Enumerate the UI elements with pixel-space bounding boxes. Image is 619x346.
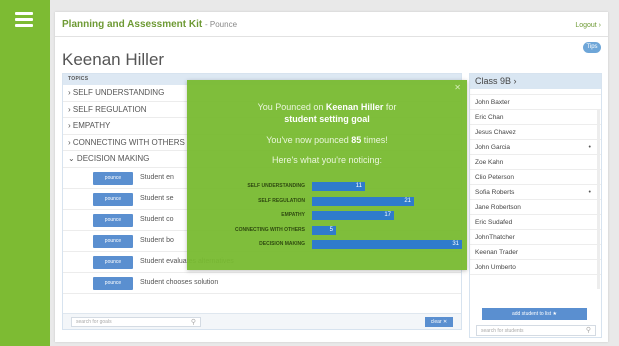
student-row[interactable]: Zoe Kahn <box>470 155 601 170</box>
student-name-label: John Umberto <box>475 264 516 271</box>
pounce-button[interactable]: pounce <box>93 276 133 290</box>
bar-label: SELF REGULATION <box>258 197 305 204</box>
bar: 31 <box>312 240 462 249</box>
student-search-input[interactable]: search for students ⚲ <box>476 325 596 336</box>
student-row[interactable]: Jesus Chavez <box>470 125 601 140</box>
student-row[interactable]: John Umberto <box>470 260 601 275</box>
app-subtitle: - Pounce <box>205 20 238 29</box>
student-row[interactable]: JohnThatcher <box>470 230 601 245</box>
bar-label: SELF UNDERSTANDING <box>247 183 305 189</box>
goal-text: Student bo <box>140 236 174 244</box>
student-name-label: Sofia Roberts <box>475 189 515 196</box>
search-icon: ⚲ <box>190 319 196 326</box>
bar: 5 <box>312 225 336 235</box>
goal-text: Student chooses solution <box>140 278 219 286</box>
student-name-label: John Garcia <box>475 144 511 151</box>
student-list[interactable]: John Baxter Eric Chan Jesus Chavez John Gar… <box>470 89 601 301</box>
student-row[interactable]: John Baxter <box>470 95 601 110</box>
popup-text: times! <box>361 135 388 145</box>
goal-search-input[interactable]: search for goals ⚲ <box>71 317 201 327</box>
close-icon[interactable]: ✕ <box>454 83 461 92</box>
student-name: Keenan Hiller <box>62 50 165 69</box>
student-name-label: John Baxter <box>475 99 510 106</box>
app-sidebar <box>0 0 50 346</box>
student-name-label: Jesus Chavez <box>475 129 516 136</box>
app-title-text: Planning and Assessment Kit <box>62 19 203 30</box>
bar-row: SELF REGULATION 21 <box>187 196 467 206</box>
student-row[interactable]: Eric Chan <box>470 110 601 125</box>
bar-row: DECISION MAKING 31 <box>187 239 467 249</box>
pounce-button[interactable]: pounce <box>93 171 133 185</box>
goal-row: pounce Student chooses solution <box>63 273 461 294</box>
bar-label: CONNECTING WITH OTHERS <box>235 226 305 233</box>
add-student-button[interactable]: add student to list ★ <box>482 308 587 320</box>
divider <box>55 36 608 37</box>
bar: 17 <box>312 211 394 220</box>
goal-text: Student en <box>140 173 174 181</box>
goal-text: Student se <box>140 194 174 202</box>
student-name-label: Keenan Trader <box>475 249 519 256</box>
popup-text: for <box>383 102 397 112</box>
student-row[interactable]: John Garcia • <box>470 140 601 155</box>
topics-footer: search for goals ⚲ clear ✕ <box>63 313 461 329</box>
student-row[interactable]: Eric Sudafed <box>470 215 601 230</box>
pounce-confirmation-popup: ✕ You Pounced on Keenan Hiller for stude… <box>187 80 467 270</box>
bar-row: SELF UNDERSTANDING 11 <box>187 181 467 191</box>
pounce-count: 85 <box>351 135 362 145</box>
student-name-label: Clio Peterson <box>475 174 515 181</box>
student-search-placeholder: search for students <box>481 328 524 334</box>
goal-search-placeholder: search for goals <box>76 319 112 325</box>
menu-icon[interactable] <box>15 12 33 30</box>
pounce-button[interactable]: pounce <box>93 213 133 227</box>
clear-button[interactable]: clear ✕ <box>425 317 453 327</box>
popup-text: You Pounced on <box>257 102 326 112</box>
student-row[interactable]: Jane Robertson <box>470 200 601 215</box>
popup-goal-name: student setting goal <box>284 114 370 124</box>
popup-student-name: Keenan Hiller <box>325 102 384 112</box>
tips-button[interactable]: Tips <box>583 42 601 53</box>
student-name-label: Jane Robertson <box>475 204 521 211</box>
class-selector[interactable]: Class 9B › <box>470 74 601 89</box>
pounce-button[interactable]: pounce <box>93 234 133 248</box>
search-icon: ⚲ <box>585 327 591 334</box>
popup-text: You've now pounced <box>266 135 352 145</box>
popup-message: You Pounced on Keenan Hiller for student… <box>187 101 467 125</box>
student-row[interactable]: Keenan Trader <box>470 245 601 260</box>
bar-label: EMPATHY <box>281 212 305 218</box>
pounce-button[interactable]: pounce <box>93 255 133 269</box>
bar-value: 5 <box>329 226 333 233</box>
bar-value: 11 <box>355 183 362 189</box>
bar-label: DECISION MAKING <box>259 241 305 247</box>
bar-row: EMPATHY 17 <box>187 210 467 220</box>
scrollbar[interactable] <box>597 109 600 289</box>
bar-value: 17 <box>384 212 391 218</box>
popup-count-message: You've now pounced 85 times! <box>187 135 467 145</box>
bar: 21 <box>312 196 414 206</box>
bar-value: 31 <box>452 241 459 247</box>
bar: 11 <box>312 182 365 191</box>
student-row[interactable]: Clio Peterson <box>470 170 601 185</box>
app-title: Planning and Assessment Kit - Pounce <box>62 19 237 30</box>
student-row[interactable]: Sofia Roberts • <box>470 185 601 200</box>
student-name-label: Eric Chan <box>475 114 504 121</box>
logout-link[interactable]: Logout › <box>575 22 601 29</box>
status-dot-icon: • <box>588 189 591 196</box>
student-name-label: JohnThatcher <box>475 234 515 241</box>
pounce-button[interactable]: pounce <box>93 192 133 206</box>
goal-text: Student co <box>140 215 174 223</box>
bar-row: CONNECTING WITH OTHERS 5 <box>187 225 467 235</box>
bar-value: 21 <box>404 197 411 204</box>
student-name-label: Eric Sudafed <box>475 219 513 226</box>
popup-noticing-message: Here's what you're noticing: <box>272 155 382 165</box>
class-panel: Class 9B › John Baxter Eric Chan Jesus Cha… <box>469 73 602 338</box>
student-name-label: Zoe Kahn <box>475 159 504 166</box>
status-dot-icon: • <box>588 144 591 151</box>
